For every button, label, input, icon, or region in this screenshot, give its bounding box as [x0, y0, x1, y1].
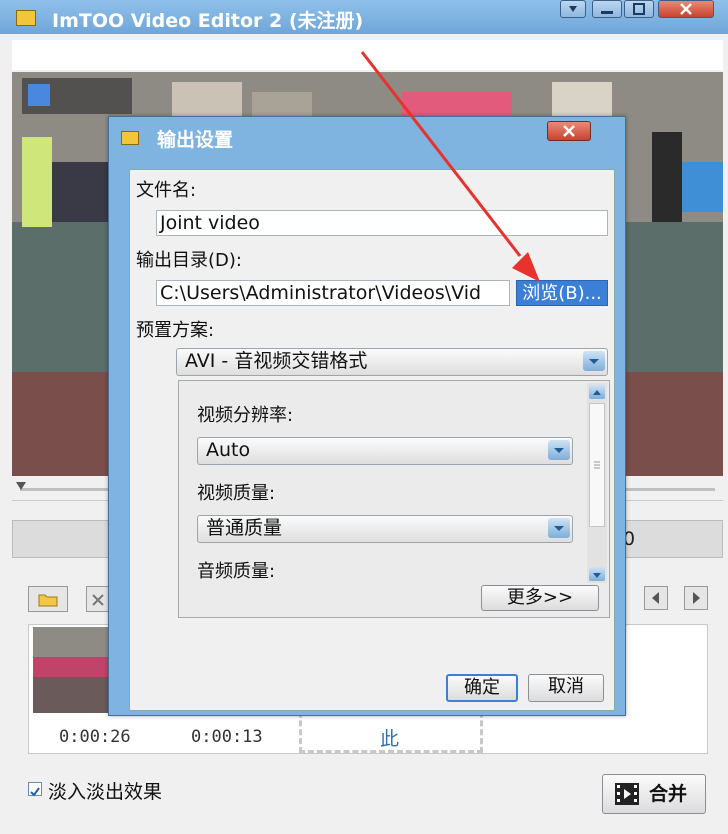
- annotation-arrow: [360, 51, 540, 282]
